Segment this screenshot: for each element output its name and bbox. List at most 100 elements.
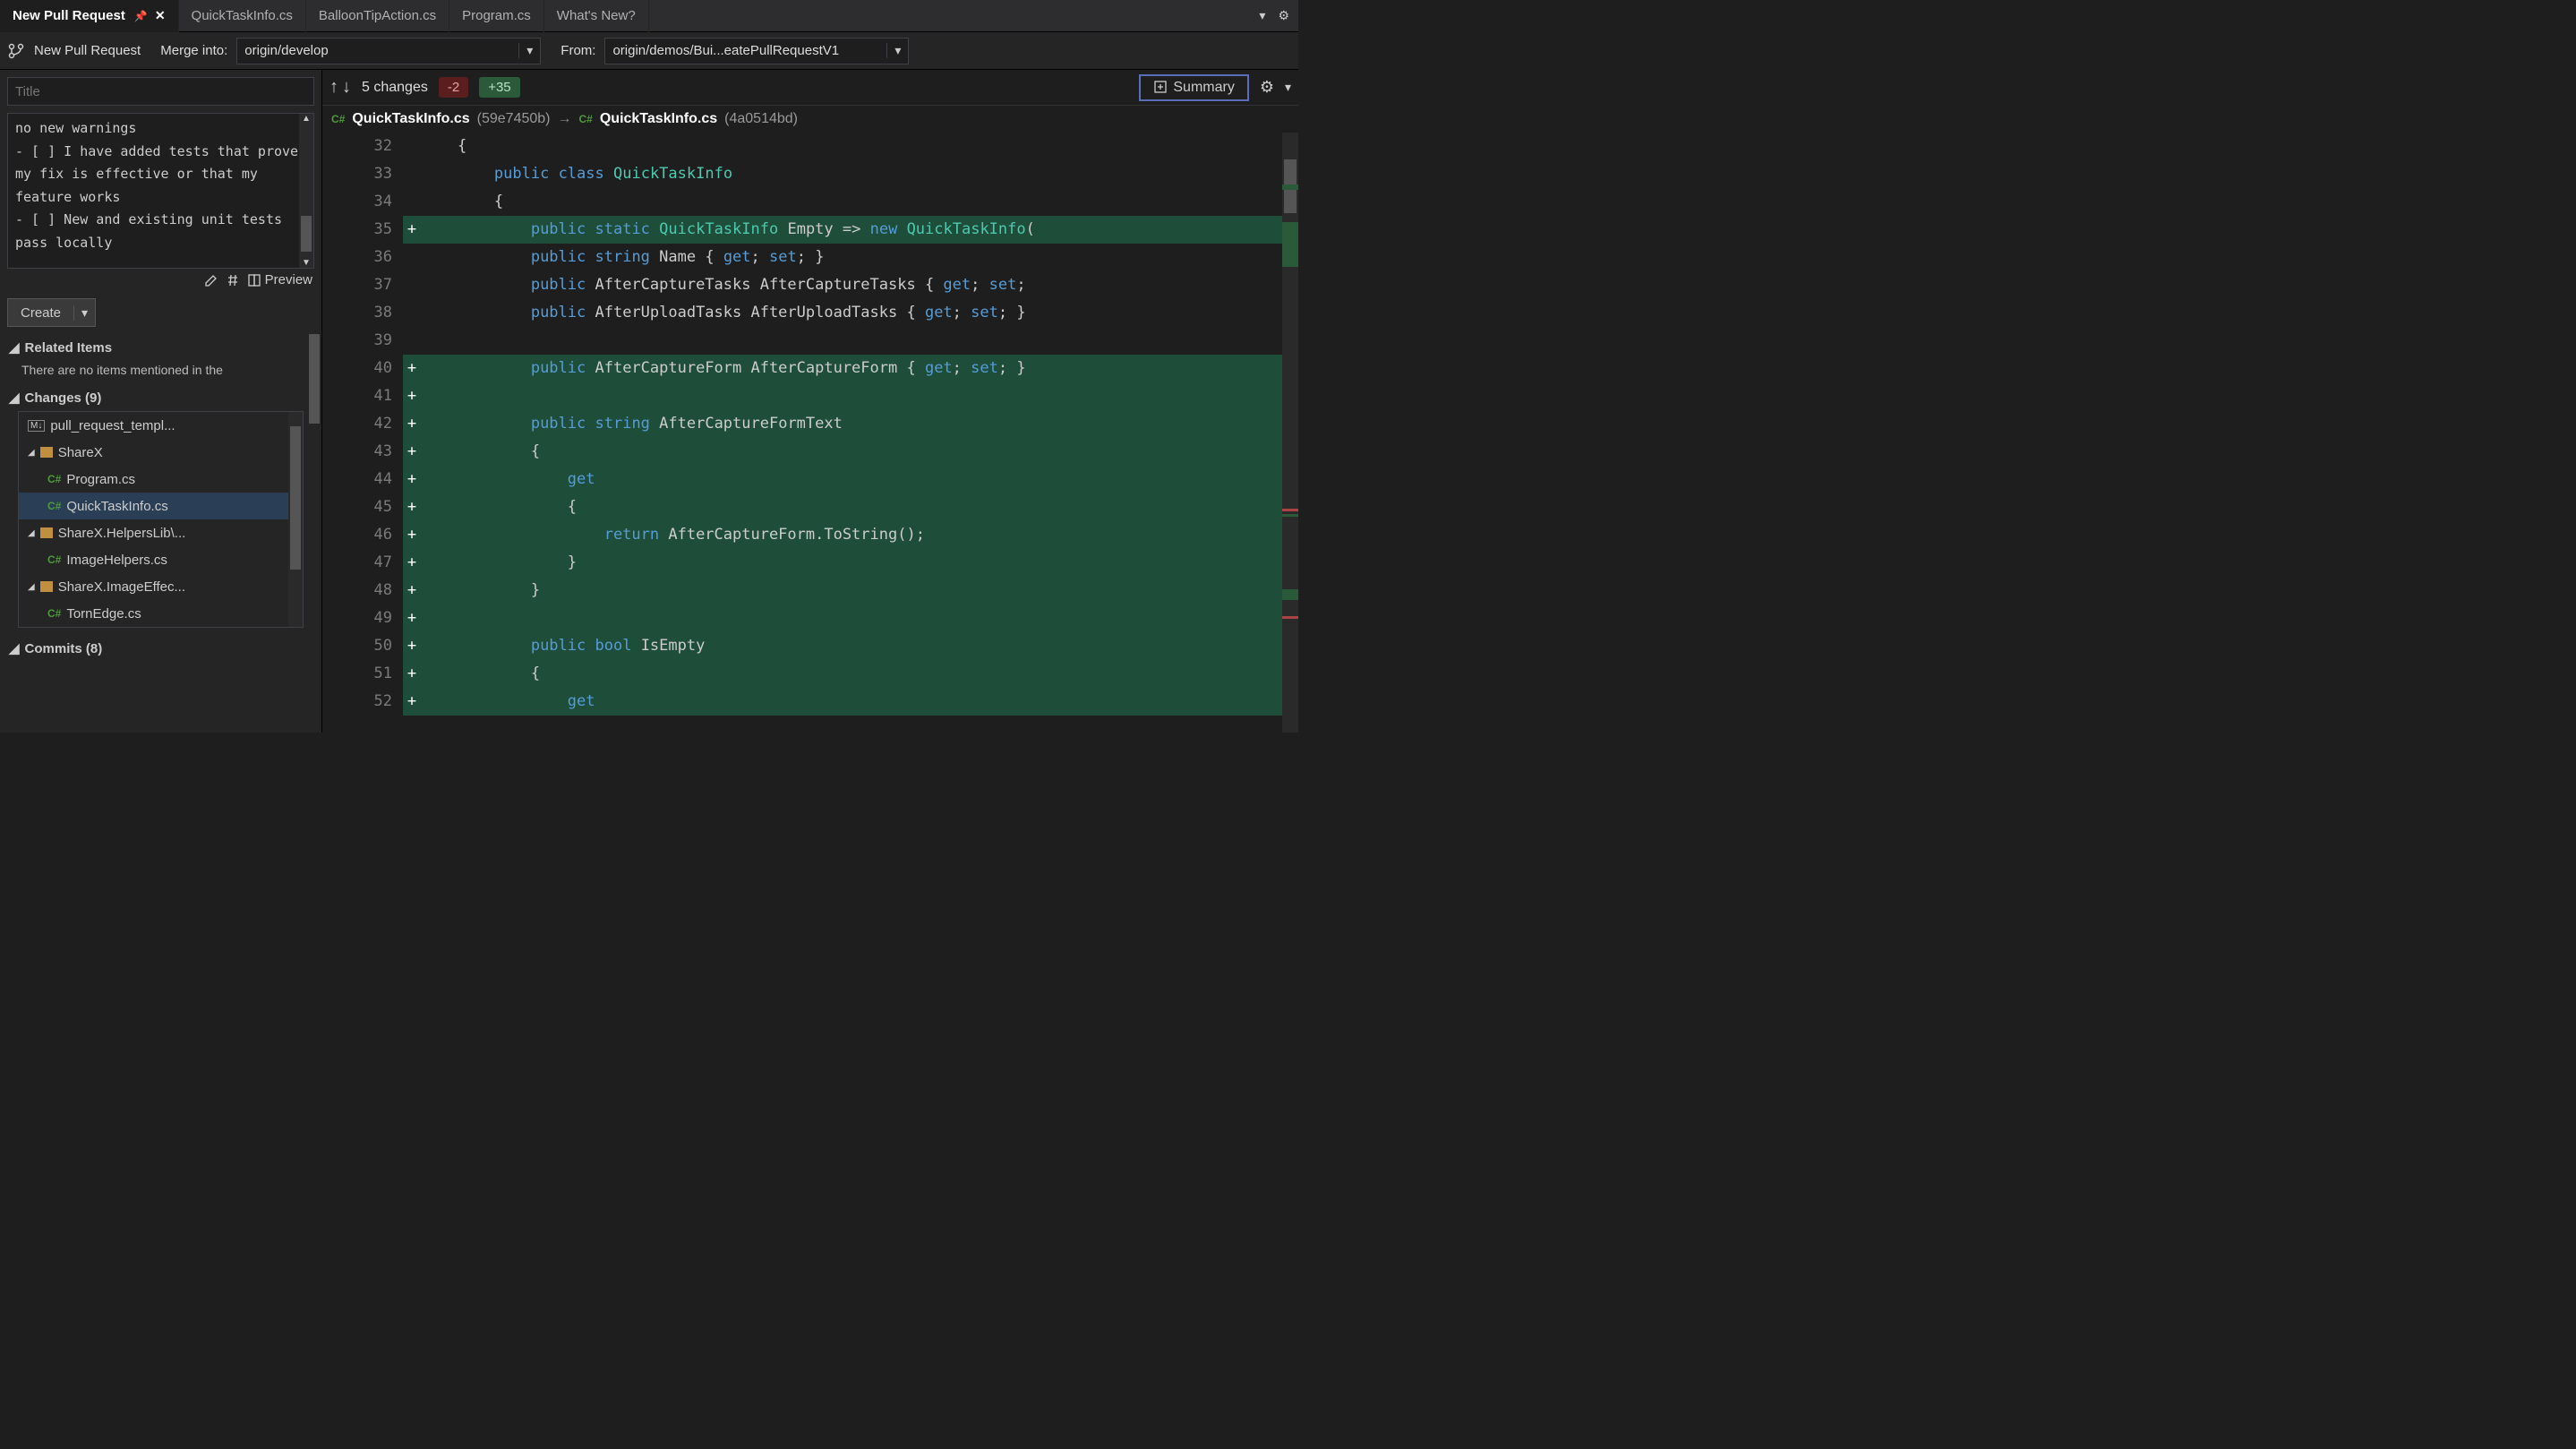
from-dropdown[interactable]: origin/demos/Bui...eatePullRequestV1 ▾ [604, 38, 909, 64]
arrow-up-icon[interactable]: ↑ [329, 77, 338, 98]
title-input[interactable] [7, 77, 314, 106]
tree-label: QuickTaskInfo.cs [66, 499, 167, 514]
chevron-down-icon: ▾ [518, 43, 533, 58]
tab[interactable]: QuickTaskInfo.cs [179, 0, 306, 32]
commits-label: Commits (8) [25, 641, 103, 656]
collapse-icon: ◢ [28, 448, 35, 458]
tab-label: New Pull Request [13, 8, 125, 23]
scrollbar[interactable]: ▲ ▼ [299, 114, 313, 268]
tree-folder[interactable]: ◢ ShareX.HelpersLib\... [19, 519, 303, 546]
scroll-mark [1282, 514, 1298, 517]
commits-header[interactable]: ◢ Commits (8) [0, 635, 321, 662]
csharp-icon: C# [331, 113, 345, 125]
editor: ↑ ↓ 5 changes -2 +35 Summary ⚙ ▾ C# Quic… [322, 70, 1298, 733]
removed-badge: -2 [439, 77, 468, 98]
summary-icon [1153, 80, 1168, 96]
file-path-bar: C# QuickTaskInfo.cs (59e7450b) → C# Quic… [322, 106, 1298, 133]
hash-icon[interactable] [226, 272, 240, 287]
scrollbar[interactable] [288, 412, 303, 627]
code-area[interactable]: 3233343536373839404142434445464748495051… [322, 133, 1298, 733]
scroll-thumb[interactable] [290, 426, 301, 570]
scroll-thumb[interactable] [309, 334, 320, 424]
chevron-down-icon[interactable]: ▾ [1285, 80, 1291, 95]
changes-header[interactable]: ◢ Changes (9) [0, 384, 321, 411]
merge-into-label: Merge into: [160, 43, 227, 58]
tree-folder[interactable]: ◢ ShareX.ImageEffec... [19, 573, 303, 600]
description-toolbar: Preview [0, 269, 321, 291]
tree-folder[interactable]: ◢ ShareX [19, 439, 303, 466]
preview-button[interactable]: Preview [247, 272, 312, 287]
merge-toolbar: New Pull Request Merge into: origin/deve… [0, 32, 1298, 70]
csharp-icon: C# [47, 473, 61, 485]
tab[interactable]: What's New? [544, 0, 649, 32]
scroll-mark [1282, 184, 1298, 190]
csharp-icon: C# [47, 500, 61, 512]
description-box[interactable]: no new warnings - [ ] I have added tests… [7, 113, 314, 269]
scroll-thumb[interactable] [301, 216, 312, 252]
scroll-mark [1282, 222, 1298, 267]
pin-icon[interactable]: 📌 [134, 10, 148, 22]
arrow-right-icon: → [558, 111, 572, 127]
gear-icon[interactable]: ⚙ [1260, 78, 1274, 97]
scrollbar[interactable] [307, 334, 321, 733]
editor-toolbar: ↑ ↓ 5 changes -2 +35 Summary ⚙ ▾ [322, 70, 1298, 106]
close-icon[interactable]: ✕ [155, 8, 166, 23]
tree-label: ShareX [58, 445, 103, 460]
markdown-icon: M↓ [28, 420, 45, 432]
tree-file[interactable]: C# Program.cs [19, 466, 303, 493]
tree-file[interactable]: M↓ pull_request_templ... [19, 412, 303, 439]
line-gutter: 3233343536373839404142434445464748495051… [322, 133, 403, 733]
tab[interactable]: Program.cs [449, 0, 544, 32]
added-badge: +35 [479, 77, 519, 98]
merge-into-value: origin/develop [244, 43, 328, 58]
diff-markers: ++++++++++++++ [403, 133, 417, 733]
tab[interactable]: BalloonTipAction.cs [306, 0, 449, 32]
tree-file[interactable]: C# TornEdge.cs [19, 600, 303, 627]
scroll-down-icon[interactable]: ▼ [302, 258, 311, 268]
related-items-header[interactable]: ◢ Related Items [0, 334, 321, 361]
right-file-name: QuickTaskInfo.cs [600, 111, 717, 127]
csharp-icon: C# [579, 113, 593, 125]
preview-label: Preview [265, 272, 312, 287]
arrow-down-icon[interactable]: ↓ [342, 77, 351, 98]
csharp-icon: C# [47, 553, 61, 566]
folder-icon [40, 581, 53, 592]
folder-icon [40, 447, 53, 458]
summary-button[interactable]: Summary [1139, 74, 1248, 101]
left-hash: (59e7450b) [477, 111, 551, 127]
branch-icon [7, 42, 25, 60]
tree-file[interactable]: C# ImageHelpers.cs [19, 546, 303, 573]
scroll-mark [1282, 589, 1298, 600]
csharp-icon: C# [47, 607, 61, 620]
tab-new-pull-request[interactable]: New Pull Request 📌 ✕ [0, 0, 179, 32]
collapse-icon: ◢ [9, 339, 20, 356]
collapse-icon: ◢ [9, 640, 20, 656]
summary-label: Summary [1173, 80, 1234, 96]
toolbar-title: New Pull Request [34, 43, 141, 58]
scroll-up-icon[interactable]: ▲ [302, 114, 311, 124]
collapse-icon: ◢ [9, 390, 20, 406]
description-text[interactable]: no new warnings - [ ] I have added tests… [8, 114, 313, 268]
sidebar: no new warnings - [ ] I have added tests… [0, 70, 322, 733]
right-hash: (4a0514bd) [724, 111, 798, 127]
tree-file[interactable]: C# QuickTaskInfo.cs [19, 493, 303, 519]
merge-into-dropdown[interactable]: origin/develop ▾ [236, 38, 541, 64]
changes-label: Changes (9) [25, 390, 102, 406]
scroll-mark [1282, 616, 1298, 619]
collapse-icon: ◢ [28, 528, 35, 538]
edit-icon[interactable] [204, 272, 218, 287]
chevron-down-icon[interactable]: ▾ [73, 305, 95, 321]
gear-icon[interactable]: ⚙ [1278, 8, 1289, 23]
scrollbar[interactable] [1282, 133, 1298, 733]
scroll-mark [1282, 509, 1298, 511]
from-label: From: [561, 43, 595, 58]
tab-bar: New Pull Request 📌 ✕ QuickTaskInfo.csBal… [0, 0, 1298, 32]
create-button[interactable]: Create ▾ [7, 298, 96, 327]
collapse-icon: ◢ [28, 582, 35, 592]
tree-label: pull_request_templ... [50, 418, 175, 433]
chevron-down-icon: ▾ [886, 43, 901, 58]
tree-label: ShareX.ImageEffec... [58, 579, 185, 595]
chevron-down-icon[interactable]: ▾ [1259, 8, 1265, 23]
folder-icon [40, 527, 53, 538]
code-lines[interactable]: { public class QuickTaskInfo { public st… [417, 133, 1298, 733]
